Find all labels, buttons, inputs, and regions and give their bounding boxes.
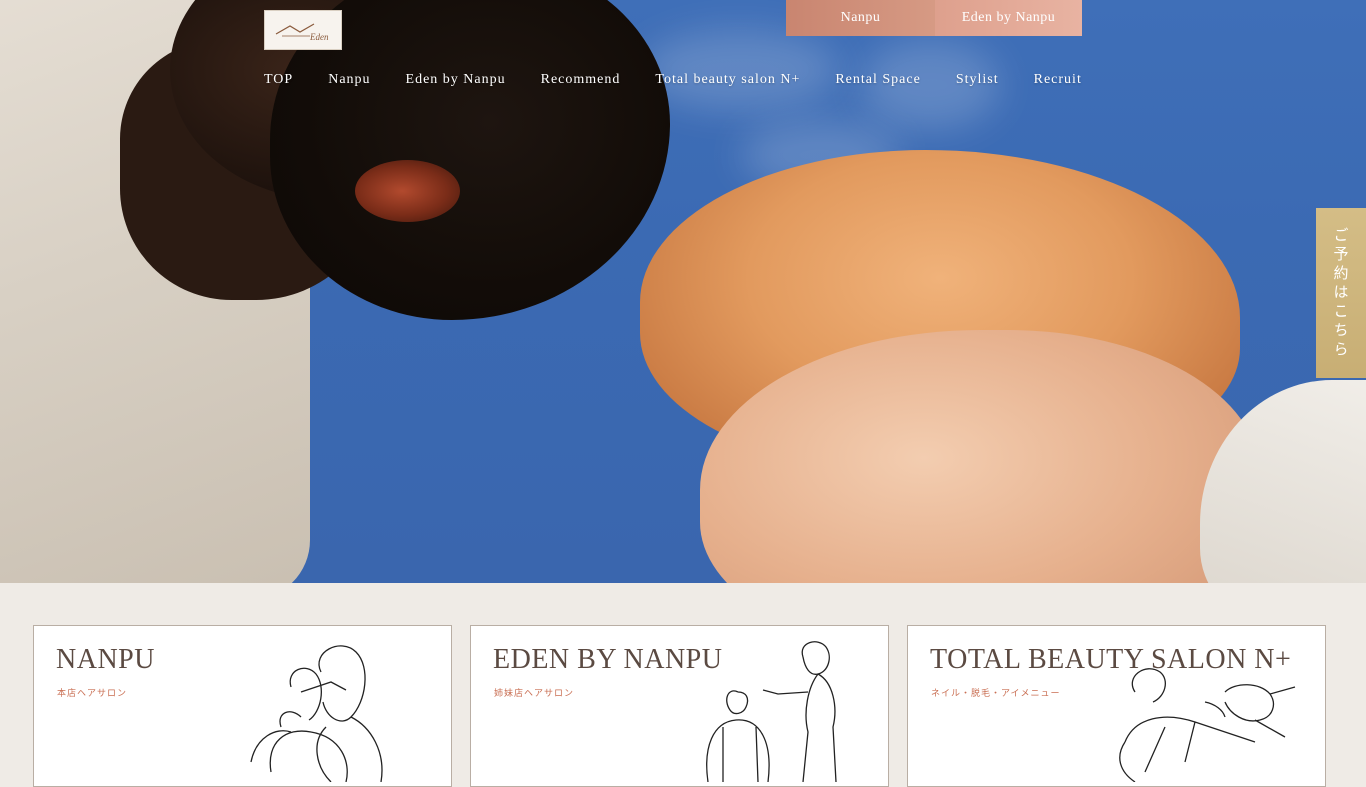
- card-nanpu[interactable]: NANPU 本店ヘアサロン: [33, 625, 452, 787]
- reservation-label: ご予約はこちら: [1331, 226, 1350, 360]
- card-subtitle: 姉妹店ヘアサロン: [494, 689, 575, 699]
- svg-text:Eden: Eden: [309, 32, 329, 42]
- logo-mark-icon: Eden: [275, 23, 329, 42]
- card-total-beauty-salon[interactable]: TOTAL BEAUTY SALON N+ ネイル・脱毛・アイメニュー: [907, 625, 1326, 787]
- salon-tabs: Nanpu Eden by Nanpu: [786, 0, 1082, 36]
- reservation-button[interactable]: ご予約はこちら: [1316, 208, 1366, 378]
- card-title: NANPU: [56, 644, 155, 675]
- nav-eden-by-nanpu[interactable]: Eden by Nanpu: [406, 72, 506, 88]
- line-art-illustration-icon: [250, 645, 383, 782]
- nav-recruit[interactable]: Recruit: [1034, 72, 1082, 88]
- site-logo[interactable]: Eden: [264, 10, 342, 50]
- nav-rental-space[interactable]: Rental Space: [835, 72, 920, 88]
- nav-stylist[interactable]: Stylist: [956, 72, 999, 88]
- tab-nanpu[interactable]: Nanpu: [786, 0, 935, 36]
- card-title: TOTAL BEAUTY SALON N+: [930, 644, 1292, 675]
- main-nav: TOP Nanpu Eden by Nanpu Recommend Total …: [264, 72, 1117, 88]
- card-subtitle: 本店ヘアサロン: [57, 689, 128, 699]
- tab-eden-by-nanpu[interactable]: Eden by Nanpu: [935, 0, 1082, 36]
- nav-recommend[interactable]: Recommend: [541, 72, 621, 88]
- nav-total-beauty-salon[interactable]: Total beauty salon N+: [655, 72, 800, 88]
- nav-top[interactable]: TOP: [264, 72, 293, 88]
- nav-nanpu[interactable]: Nanpu: [328, 72, 370, 88]
- card-subtitle: ネイル・脱毛・アイメニュー: [931, 689, 1061, 699]
- card-eden-by-nanpu[interactable]: EDEN BY NANPU 姉妹店ヘアサロン: [470, 625, 889, 787]
- card-title: EDEN BY NANPU: [493, 644, 723, 675]
